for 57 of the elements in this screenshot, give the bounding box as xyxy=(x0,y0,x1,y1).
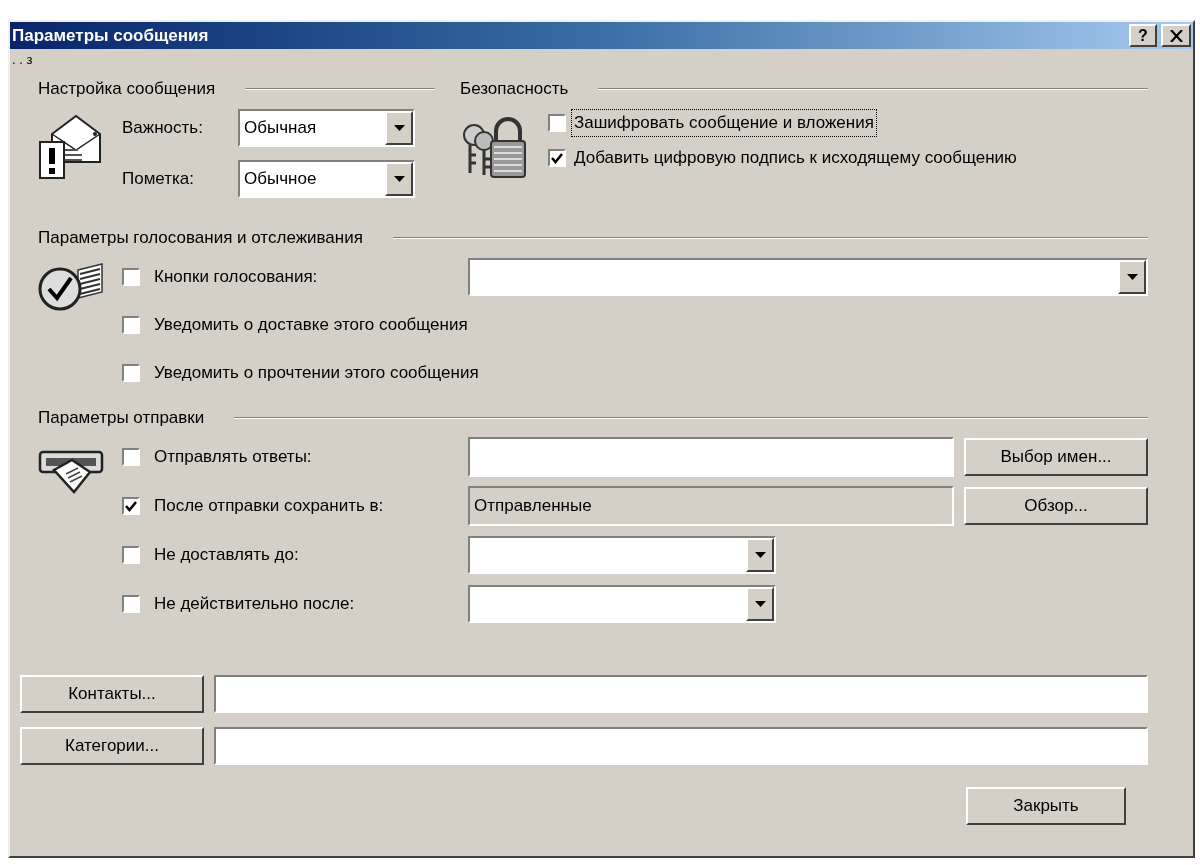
section-heading: Безопасность xyxy=(460,78,569,101)
input-field[interactable] xyxy=(214,675,1148,713)
dropdown-value: Обычное xyxy=(243,168,318,191)
dropdown[interactable] xyxy=(468,585,776,623)
checkbox[interactable] xyxy=(122,497,140,515)
checkbox-label: Уведомить о доставке этого сообщения xyxy=(154,314,468,337)
caret-icon xyxy=(1126,274,1138,280)
checkbox[interactable] xyxy=(122,268,140,286)
envelope-warning-icon xyxy=(38,112,104,182)
checkbox-label: Кнопки голосования: xyxy=(154,266,319,289)
caret-icon xyxy=(754,601,766,607)
close-button[interactable] xyxy=(1161,24,1191,47)
checkbox-label: После отправки сохранить в: xyxy=(154,495,385,518)
checkbox-label: Не доставлять до: xyxy=(154,544,300,567)
checkbox-label: Не действительно после: xyxy=(154,593,356,616)
dropdown-value: Обычная xyxy=(243,117,318,140)
checkbox[interactable] xyxy=(548,114,566,132)
caret-icon xyxy=(393,176,405,182)
button[interactable]: Закрыть xyxy=(966,787,1126,825)
button[interactable]: Контакты... xyxy=(20,675,204,713)
input-field[interactable]: Отправленные xyxy=(468,486,954,526)
window-title: Параметры сообщения xyxy=(12,24,210,47)
stray-text: . . з xyxy=(12,53,33,66)
dropdown[interactable]: Обычное xyxy=(238,160,415,198)
keys-padlock-icon xyxy=(460,115,526,179)
dropdown-button[interactable] xyxy=(385,111,413,145)
button[interactable]: Категории... xyxy=(20,727,204,765)
field-label: Пометка: xyxy=(122,168,196,191)
dropdown-button[interactable] xyxy=(385,162,413,196)
checkbox-label: Уведомить о прочтении этого сообщения xyxy=(154,362,479,385)
checkbox[interactable] xyxy=(122,546,140,564)
dropdown[interactable]: Обычная xyxy=(238,109,415,147)
checkbox[interactable] xyxy=(122,448,140,466)
section-heading: Параметры голосования и отслеживания xyxy=(38,227,363,250)
button[interactable]: Обзор... xyxy=(964,487,1148,525)
section-heading: Настройка сообщения xyxy=(38,78,216,101)
button[interactable]: Выбор имен... xyxy=(964,438,1148,476)
checkbox[interactable] xyxy=(548,149,566,167)
dropdown[interactable] xyxy=(468,536,776,574)
section-heading: Параметры отправки xyxy=(38,407,205,430)
checkbox[interactable] xyxy=(122,316,140,334)
checkbox-label: Отправлять ответы: xyxy=(154,446,313,469)
input-field[interactable] xyxy=(214,727,1148,765)
checkbox-label: Добавить цифровую подпись к исходящему сообщению xyxy=(573,147,1018,170)
field-label: Важность: xyxy=(122,117,204,140)
dropdown-button[interactable] xyxy=(746,587,774,621)
help-button[interactable]: ? xyxy=(1129,24,1157,47)
input-field[interactable] xyxy=(468,437,954,477)
close-icon xyxy=(1169,29,1183,42)
checkbox[interactable] xyxy=(122,595,140,613)
checkbox-label: Зашифровать сообщение и вложения xyxy=(572,110,876,136)
dropdown[interactable] xyxy=(468,258,1148,296)
caret-icon xyxy=(754,552,766,558)
dropdown-button[interactable] xyxy=(1118,260,1146,294)
caret-icon xyxy=(393,125,405,131)
dropdown-button[interactable] xyxy=(746,538,774,572)
checkbox[interactable] xyxy=(122,364,140,382)
